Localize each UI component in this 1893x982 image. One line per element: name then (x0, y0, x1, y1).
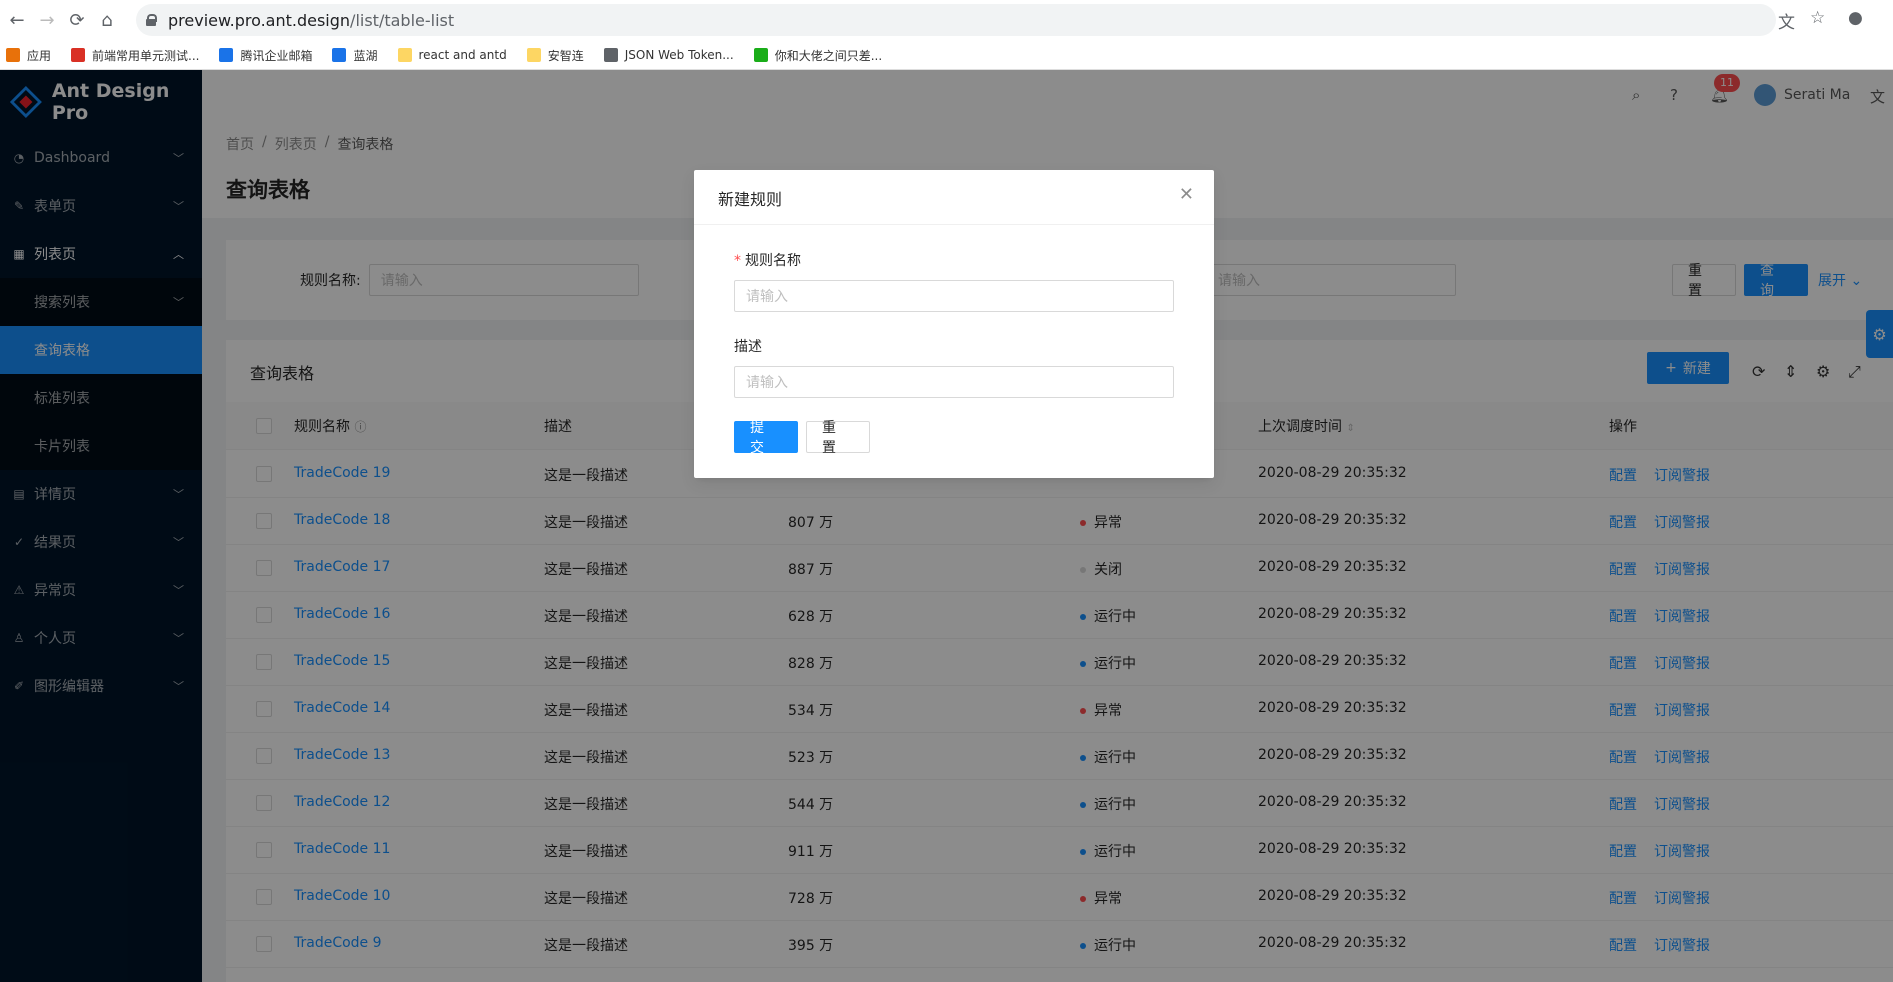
rule-name-form-label: * 规则名称 (734, 250, 801, 270)
bookmark-item[interactable]: 应用 (6, 47, 51, 64)
bookmark-icon (753, 48, 768, 62)
bookmark-item[interactable]: 安智连 (526, 47, 584, 64)
bookmark-label: 腾讯企业邮箱 (240, 48, 313, 63)
translate-icon[interactable]: 文 (1778, 8, 1795, 33)
forward-icon[interactable]: → (32, 5, 62, 35)
bookmark-icon (6, 48, 20, 62)
bookmark-label: 蓝湖 (353, 48, 378, 63)
bookmark-item[interactable]: react and antd (397, 48, 507, 62)
home-icon[interactable]: ⌂ (92, 5, 122, 35)
bookmark-item[interactable]: 你和大佬之间只差... (753, 47, 883, 64)
reload-icon[interactable]: ⟳ (62, 5, 92, 35)
bookmark-icon (603, 48, 618, 62)
bookmark-item[interactable]: 前端常用单元测试... (71, 47, 199, 64)
bookmark-icon (71, 48, 86, 62)
browser-chrome: ← → ⟳ ⌂ preview.pro.ant.design/list/tabl… (0, 0, 1893, 70)
bookmark-label: JSON Web Token... (624, 48, 734, 62)
modal-title: 新建规则 (694, 170, 1214, 225)
required-mark: * (734, 253, 741, 269)
browser-toolbar: ← → ⟳ ⌂ preview.pro.ant.design/list/tabl… (0, 0, 1893, 40)
bookmark-icon (219, 48, 234, 62)
bookmark-label: 你和大佬之间只差... (774, 48, 883, 63)
bookmark-label: 前端常用单元测试... (92, 48, 200, 63)
bookmark-item[interactable]: 腾讯企业邮箱 (219, 47, 312, 64)
close-icon[interactable]: ✕ (1179, 184, 1194, 205)
description-label: 描述 (734, 339, 762, 355)
back-icon[interactable]: ← (2, 5, 32, 35)
modal-reset-button[interactable]: 重 置 (806, 420, 870, 456)
description-input[interactable]: 请输入 (734, 366, 1174, 398)
url-path: /list/table-list (350, 10, 455, 30)
bookmark-icon (397, 48, 412, 62)
bookmark-item[interactable]: 蓝湖 (332, 47, 378, 64)
submit-button[interactable]: 提 交 (734, 420, 798, 456)
url-host: preview.pro.ant.design (168, 10, 351, 30)
bookmarks-bar: 应用 前端常用单元测试... 腾讯企业邮箱 蓝湖 react and antd 安智连 JS… (0, 40, 1893, 70)
account-icon[interactable]: ● (1848, 8, 1863, 28)
rule-name-label-text: 规则名称 (745, 253, 801, 269)
address-bar[interactable]: preview.pro.ant.design/list/table-list (136, 4, 1776, 36)
bookmark-label: 应用 (27, 48, 52, 63)
star-icon[interactable]: ☆ (1810, 8, 1825, 28)
rule-name-input[interactable]: 请输入 (734, 280, 1174, 312)
bookmark-icon (332, 48, 347, 62)
new-rule-modal: 新建规则 ✕ * 规则名称 请输入 描述 请输入 提 交 重 置 (694, 170, 1214, 478)
bookmark-label: 安智连 (547, 48, 584, 63)
bookmark-icon (526, 48, 541, 62)
bookmark-label: react and antd (418, 48, 507, 62)
bookmark-item[interactable]: JSON Web Token... (603, 48, 734, 62)
lock-icon (146, 14, 157, 26)
